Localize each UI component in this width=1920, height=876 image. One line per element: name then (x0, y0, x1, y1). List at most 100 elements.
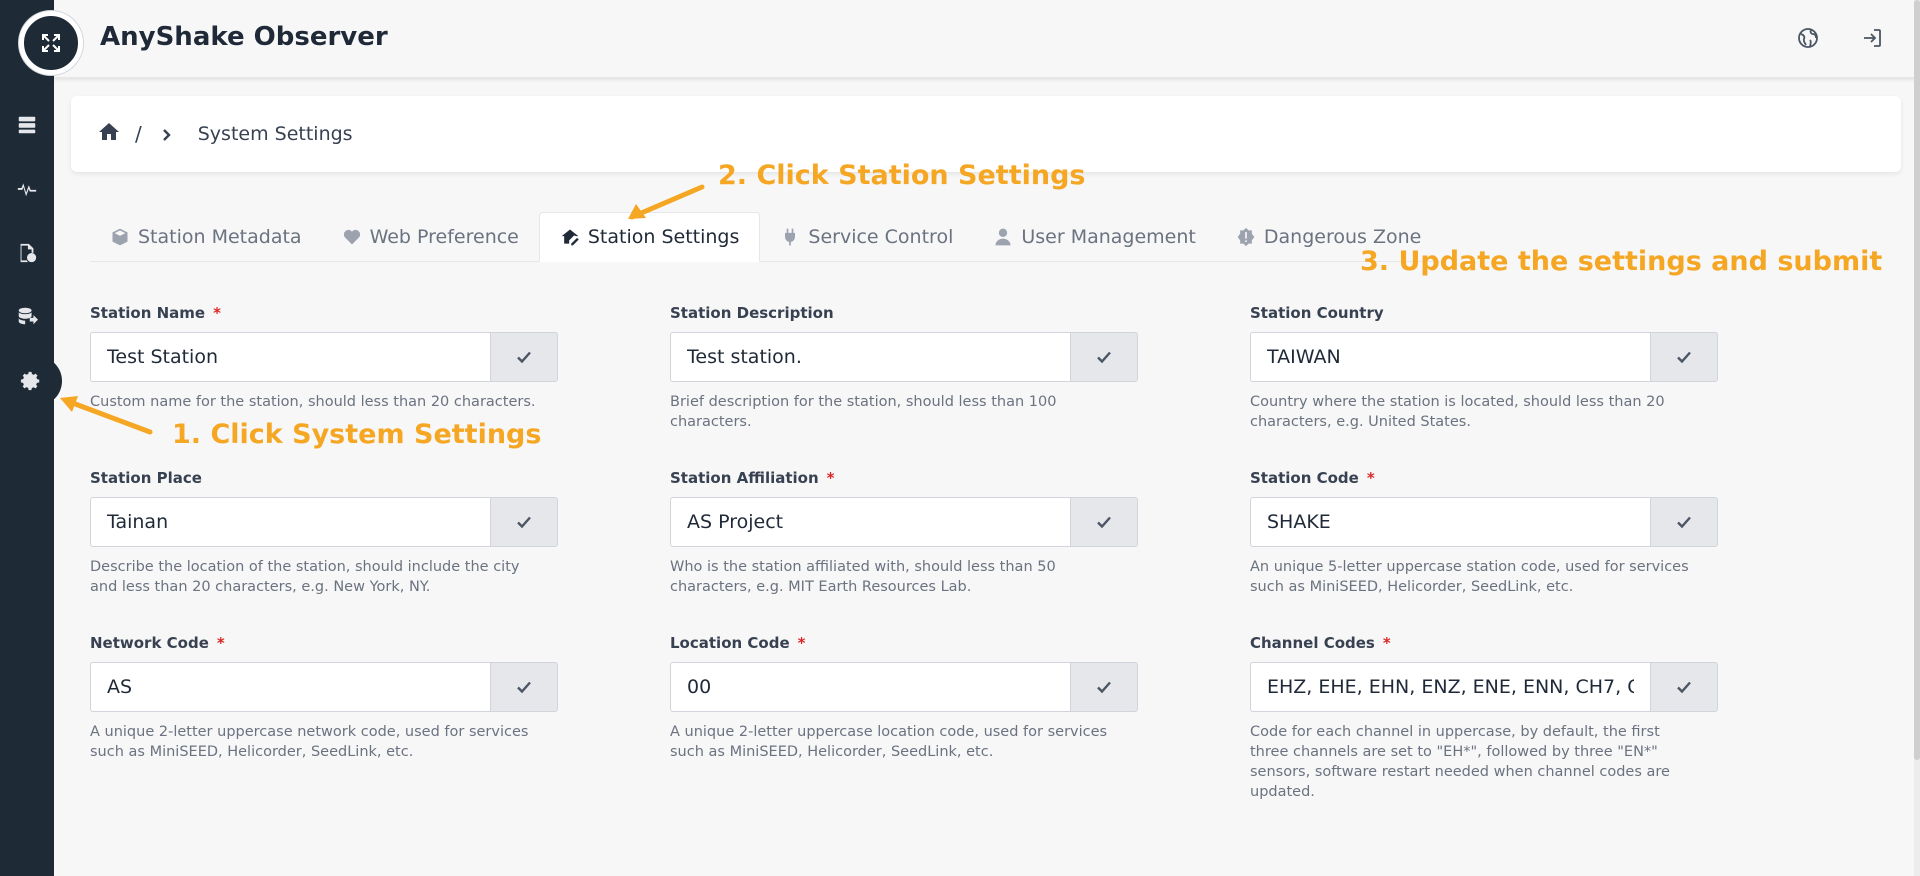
field-label: Station Place (90, 469, 202, 487)
tab-label: User Management (1021, 226, 1196, 248)
field-station-place: Station Place Describe the location of t… (90, 469, 560, 597)
heart-icon (343, 229, 360, 245)
breadcrumb-current: System Settings (197, 123, 353, 145)
station-place-submit-button[interactable] (490, 497, 558, 547)
app-title: AnyShake Observer (100, 22, 388, 52)
waveform-icon (17, 183, 37, 197)
network-code-submit-button[interactable] (490, 662, 558, 712)
check-icon (1097, 351, 1111, 364)
station-affiliation-input[interactable] (670, 497, 1070, 547)
station-affiliation-submit-button[interactable] (1070, 497, 1138, 547)
station-country-submit-button[interactable] (1650, 332, 1718, 382)
tab-label: Service Control (808, 226, 954, 248)
field-label: Station Code * (1250, 469, 1375, 487)
field-label: Station Description (670, 304, 834, 322)
tab-station-metadata[interactable]: Station Metadata (90, 212, 322, 262)
chevron-right-icon (160, 127, 174, 141)
tab-web-preference[interactable]: Web Preference (322, 212, 539, 262)
check-icon (1677, 516, 1691, 529)
scrollbar-thumb[interactable] (1914, 0, 1920, 760)
sidebar-item-export[interactable] (0, 296, 54, 336)
station-code-input[interactable] (1250, 497, 1650, 547)
sidebar-item-realtime[interactable] (0, 168, 54, 208)
field-label: Network Code * (90, 634, 225, 652)
field-label: Station Country (1250, 304, 1384, 322)
field-label: Station Affiliation * (670, 469, 835, 487)
field-station-name: Station Name* Custom name for the statio… (90, 304, 560, 412)
annotation-arrow-2 (620, 182, 720, 226)
annotation-step-1: 1. Click System Settings (172, 419, 542, 450)
station-name-submit-button[interactable] (490, 332, 558, 382)
station-description-input[interactable] (670, 332, 1070, 382)
logout-icon (1864, 29, 1881, 47)
field-label: Station Name * (90, 304, 221, 322)
annotation-step-2: 2. Click Station Settings (718, 160, 1086, 191)
language-button[interactable] (1796, 26, 1822, 52)
field-help: Custom name for the station, should less… (90, 394, 536, 410)
cube-icon (112, 228, 128, 246)
field-help: Brief description for the station, shoul… (670, 394, 1057, 430)
breadcrumb-separator: / (135, 122, 142, 146)
field-station-description: Station Description Brief description fo… (670, 304, 1140, 432)
alert-icon (1237, 227, 1255, 247)
station-place-input[interactable] (90, 497, 490, 547)
field-help: Describe the location of the station, sh… (90, 559, 520, 595)
field-help: Code for each channel in uppercase, by d… (1250, 724, 1670, 800)
check-icon (1097, 516, 1111, 529)
settings-tabs: Station Metadata Web Preference Station … (90, 212, 1442, 262)
field-help: A unique 2-letter uppercase network code… (90, 724, 529, 760)
expand-icon (42, 34, 60, 52)
user-icon (995, 228, 1011, 246)
check-icon (1677, 351, 1691, 364)
sidebar-item-settings[interactable] (0, 356, 62, 406)
history-icon (20, 243, 37, 263)
tab-label: Station Metadata (138, 226, 302, 248)
tab-user-management[interactable]: User Management (973, 212, 1216, 262)
field-help: Who is the station affiliated with, shou… (670, 559, 1056, 595)
station-name-input[interactable] (90, 332, 490, 382)
check-icon (517, 516, 531, 529)
house-edit-icon (561, 229, 579, 246)
field-help: A unique 2-letter uppercase location cod… (670, 724, 1108, 760)
field-label: Location Code * (670, 634, 806, 652)
location-code-input[interactable] (670, 662, 1070, 712)
station-country-input[interactable] (1250, 332, 1650, 382)
check-icon (517, 351, 531, 364)
field-location-code: Location Code* A unique 2-letter upperca… (670, 634, 1140, 762)
field-station-country: Station Country Country where the statio… (1250, 304, 1720, 432)
sidebar-item-dashboard[interactable] (0, 105, 54, 145)
check-icon (517, 681, 531, 694)
tab-label: Station Settings (587, 226, 740, 248)
tab-label: Dangerous Zone (1263, 226, 1422, 248)
station-code-submit-button[interactable] (1650, 497, 1718, 547)
export-icon (18, 307, 38, 325)
network-code-input[interactable] (90, 662, 490, 712)
check-icon (1097, 681, 1111, 694)
tab-service-control[interactable]: Service Control (760, 212, 973, 262)
check-icon (1677, 681, 1691, 694)
field-station-code: Station Code* An unique 5-letter upperca… (1250, 469, 1720, 597)
annotation-arrow-1 (56, 392, 156, 446)
field-help: An unique 5-letter uppercase station cod… (1250, 559, 1689, 595)
logout-button[interactable] (1860, 26, 1886, 52)
expand-button[interactable] (19, 11, 83, 75)
breadcrumb-home[interactable] (97, 120, 121, 148)
field-help: Country where the station is located, sh… (1250, 394, 1665, 430)
top-header: AnyShake Observer (54, 0, 1920, 78)
app-root: AnyShake Observer / System Settings Stat… (0, 0, 1920, 876)
sidebar (0, 0, 62, 876)
annotation-step-3: 3. Update the settings and submit (1360, 246, 1883, 277)
globe-icon (1798, 28, 1818, 48)
channel-codes-input[interactable] (1250, 662, 1650, 712)
plug-icon (785, 228, 796, 246)
home-icon (99, 123, 119, 140)
scrollbar-track[interactable] (1914, 0, 1920, 876)
sidebar-item-history[interactable] (0, 233, 54, 273)
field-network-code: Network Code* A unique 2-letter uppercas… (90, 634, 560, 762)
station-description-submit-button[interactable] (1070, 332, 1138, 382)
tab-label: Web Preference (369, 226, 519, 248)
server-icon (18, 116, 36, 134)
location-code-submit-button[interactable] (1070, 662, 1138, 712)
channel-codes-submit-button[interactable] (1650, 662, 1718, 712)
settings-icon (20, 371, 40, 391)
